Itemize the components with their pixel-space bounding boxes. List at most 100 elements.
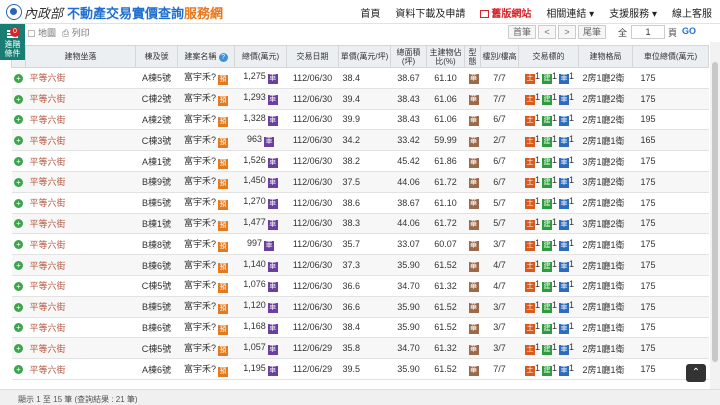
address-cell[interactable]: 平等六街: [25, 233, 136, 256]
table-row[interactable]: + 平等六街 B棟5號 富宇禾? 預 1,120 車 112/06/30 36.6 35.90 61…: [11, 296, 709, 318]
nav-home[interactable]: 首頁: [360, 5, 380, 20]
first-page-button[interactable]: 首筆: [508, 25, 536, 39]
col-target[interactable]: 交易標的: [518, 45, 579, 68]
table-row[interactable]: + 平等六街 B棟9號 富宇禾? 預 1,450 車 112/06/30 37.5 44.06 61…: [11, 171, 709, 193]
page-number-input[interactable]: 1: [631, 25, 665, 39]
site-logo[interactable]: 內政部 不動產交易實價查詢 服務網: [6, 3, 223, 22]
table-row[interactable]: + 平等六街 C棟5號 富宇禾? 預 1,076 車 112/06/30 36.6 34.70 61…: [11, 275, 709, 297]
table-row[interactable]: + 平等六街 B棟5號 富宇禾? 預 1,270 車 112/06/30 38.6 38.67 61…: [11, 192, 709, 214]
total-price-cell: 1,477 車: [234, 213, 287, 235]
table-row[interactable]: + 平等六街 C棟3號 富宇禾? 預 963 車 112/06/30 34.2 33.42 59.9…: [11, 129, 709, 152]
map-button[interactable]: ▢ 地圖: [27, 26, 56, 39]
col-unit-price[interactable]: 單價(萬元/坪): [338, 45, 391, 68]
unit-price-cell: 35.7: [338, 233, 391, 256]
expand-row-icon[interactable]: +: [14, 365, 23, 375]
table-row[interactable]: + 平等六街 A棟2號 富宇禾? 預 1,328 車 112/06/30 39.9 38.43 61…: [11, 109, 709, 131]
table-row[interactable]: + 平等六街 A棟1號 富宇禾? 預 1,526 車 112/06/30 38.2 45.42 61…: [11, 150, 709, 172]
nav-online-service[interactable]: 線上客服: [672, 5, 712, 20]
parking-icon: 車: [559, 157, 569, 168]
last-page-button[interactable]: 尾筆: [578, 25, 606, 39]
parking-price-cell: 175: [632, 275, 709, 297]
parking-icon: 車: [559, 115, 569, 126]
parking-icon: 車: [559, 74, 569, 85]
unit-price-cell: 38.4: [338, 67, 391, 89]
date-cell: 112/06/30: [286, 275, 339, 297]
expand-row-icon[interactable]: +: [14, 261, 23, 271]
col-date[interactable]: 交易日期: [286, 45, 339, 68]
expand-row-icon[interactable]: +: [14, 94, 23, 104]
col-unit[interactable]: 棟及號: [135, 45, 178, 68]
scrollbar-thumb[interactable]: [712, 62, 718, 362]
expand-row-icon[interactable]: +: [14, 281, 23, 291]
expand-row-icon[interactable]: +: [14, 136, 23, 146]
col-floor[interactable]: 樓別/樓高: [480, 45, 519, 68]
expand-row-icon[interactable]: +: [14, 344, 23, 354]
unit-cell: C棟5號: [135, 275, 178, 297]
address-cell[interactable]: 平等六街: [25, 109, 136, 131]
nav-download[interactable]: 資料下載及申請: [395, 5, 465, 20]
table-row[interactable]: + 平等六街 A棟5號 富宇禾? 預 1,275 車 112/06/30 38.4 38.67 61…: [11, 67, 709, 89]
address-cell[interactable]: 平等六街: [25, 192, 136, 214]
col-address[interactable]: 建物坐落: [25, 45, 136, 68]
col-area[interactable]: 總面積(坪): [390, 45, 427, 68]
help-icon[interactable]: ?: [218, 52, 228, 62]
address-cell[interactable]: 平等六街: [25, 296, 136, 318]
expand-row-icon[interactable]: +: [14, 240, 23, 250]
nav-links[interactable]: 相關連結 ▾: [546, 5, 594, 20]
address-cell[interactable]: 平等六街: [25, 88, 136, 110]
project-cell: 富宇禾? 預: [177, 254, 235, 276]
address-cell[interactable]: 平等六街: [25, 150, 136, 172]
expand-row-icon[interactable]: +: [14, 177, 23, 187]
expand-row-icon[interactable]: +: [14, 115, 23, 125]
scrollbar[interactable]: [710, 42, 720, 389]
main-ratio-cell: 61.52: [426, 317, 465, 339]
col-type[interactable]: 型態: [464, 45, 481, 68]
date-cell: 112/06/30: [286, 213, 339, 235]
expand-row-icon[interactable]: +: [14, 157, 23, 167]
table-row[interactable]: + 平等六街 C棟2號 富宇禾? 預 1,293 車 112/06/30 39.4 38.43 61…: [11, 88, 709, 110]
unit-price-cell: 39.9: [338, 109, 391, 131]
col-layout[interactable]: 建物格局: [578, 45, 633, 68]
print-button[interactable]: ⎙ 列印: [62, 26, 90, 39]
address-cell[interactable]: 平等六街: [25, 317, 136, 339]
parking-included-icon: 車: [267, 261, 278, 272]
parking-included-icon: 車: [267, 282, 278, 293]
col-main-ratio[interactable]: 主建物佔比(%): [426, 45, 465, 68]
expand-row-icon[interactable]: +: [14, 198, 23, 208]
address-cell[interactable]: 平等六街: [25, 213, 136, 235]
address-cell[interactable]: 平等六街: [25, 254, 136, 276]
expand-row-icon[interactable]: +: [14, 323, 23, 333]
address-cell[interactable]: 平等六街: [25, 67, 136, 89]
table-row[interactable]: + 平等六街 B棟1號 富宇禾? 預 1,477 車 112/06/30 38.3 44.06 61…: [11, 213, 709, 235]
col-total-price[interactable]: 總價(萬元): [234, 45, 287, 68]
back-to-top-button[interactable]: ⌃: [686, 364, 706, 382]
project-cell: 富宇禾? 預: [177, 296, 235, 318]
nav-support[interactable]: 支援服務 ▾: [609, 5, 657, 20]
table-row[interactable]: + 平等六街 B棟6號 富宇禾? 預 1,168 車 112/06/30 38.4 35.90 61…: [11, 317, 709, 339]
expand-row-icon[interactable]: +: [14, 219, 23, 229]
building-type-icon: 華: [468, 74, 479, 85]
type-cell: 華: [464, 88, 481, 110]
area-cell: 35.90: [390, 317, 427, 339]
expand-row-icon[interactable]: +: [14, 302, 23, 312]
address-cell[interactable]: 平等六街: [25, 358, 136, 380]
area-cell: 34.70: [390, 275, 427, 297]
building-type-icon: 華: [468, 95, 479, 106]
prev-page-button[interactable]: <: [538, 25, 556, 39]
table-row[interactable]: + 平等六街 B棟8號 富宇禾? 預 997 車 112/06/30 35.7 33.07 60.0…: [11, 233, 709, 256]
expand-row-icon[interactable]: +: [14, 73, 23, 83]
address-cell[interactable]: 平等六街: [25, 171, 136, 193]
go-button[interactable]: GO: [682, 26, 696, 36]
table-row[interactable]: + 平等六街 C棟5號 富宇禾? 預 1,057 車 112/06/29 35.8 34.70 61…: [11, 337, 709, 360]
site-title: 不動產交易實價查詢: [67, 5, 185, 21]
table-row[interactable]: + 平等六街 A棟6號 富宇禾? 預 1,195 車 112/06/29 39.5 35.90 61…: [11, 358, 709, 380]
total-price-cell: 997 車: [234, 233, 287, 256]
col-parking-price[interactable]: 車位總價(萬元): [632, 45, 709, 68]
next-page-button[interactable]: >: [558, 25, 576, 39]
address-cell[interactable]: 平等六街: [25, 337, 136, 360]
table-row[interactable]: + 平等六街 B棟6號 富宇禾? 預 1,140 車 112/06/30 37.3 35.90 61…: [11, 254, 709, 276]
address-cell[interactable]: 平等六街: [25, 129, 136, 152]
address-cell[interactable]: 平等六街: [25, 275, 136, 297]
col-project[interactable]: 建案名稱 ?: [177, 45, 235, 68]
nav-old-site[interactable]: 舊版網站: [480, 5, 531, 20]
